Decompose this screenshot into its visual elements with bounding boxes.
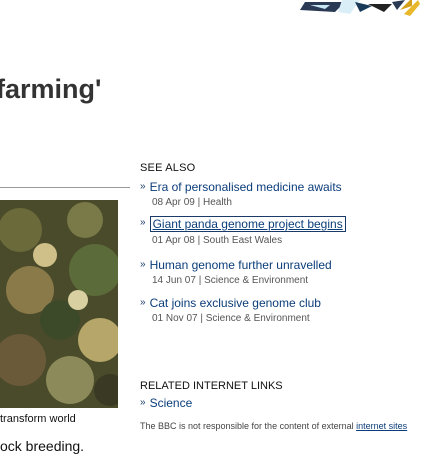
bullet-icon: »: [140, 397, 146, 408]
story-section: Health: [202, 197, 232, 208]
bullet-icon: »: [140, 217, 146, 228]
story-date: 14 Jun 07: [152, 275, 196, 286]
bullet-icon: »: [140, 259, 146, 270]
story-section: Science & Environment: [205, 313, 310, 324]
bullet-icon: »: [140, 297, 146, 308]
related-link[interactable]: Science: [150, 396, 193, 410]
story-date: 01 Apr 08: [152, 235, 195, 246]
story-section: South East Wales: [202, 235, 283, 246]
bullet-icon: »: [140, 181, 146, 192]
see-also-heading: SEE ALSO: [140, 162, 196, 174]
related-link-item[interactable]: » Science: [140, 396, 192, 410]
story-meta: 08 Apr 09 | Health: [152, 197, 342, 208]
story-section: Science & Environment: [204, 275, 309, 286]
story-link[interactable]: Era of personalised medicine awaits: [150, 180, 342, 194]
story-meta: 14 Jun 07 | Science & Environment: [152, 275, 332, 286]
story-date: 01 Nov 07: [152, 313, 198, 324]
article-body-text: ock breeding.: [0, 438, 85, 454]
divider: [0, 187, 130, 188]
story-item[interactable]: » Cat joins exclusive genome club 01 Nov…: [140, 296, 321, 324]
article-headline: farming': [0, 74, 102, 104]
story-item[interactable]: » Giant panda genome project begins 01 A…: [140, 216, 346, 246]
story-item[interactable]: » Human genome further unravelled 14 Jun…: [140, 258, 332, 286]
external-links-disclaimer: The BBC is not responsible for the conte…: [140, 420, 410, 432]
article-photo: [0, 200, 118, 408]
story-meta: 01 Nov 07 | Science & Environment: [152, 313, 321, 324]
story-date: 08 Apr 09: [152, 197, 195, 208]
photo-caption: transform world: [0, 413, 76, 425]
story-item[interactable]: » Era of personalised medicine awaits 08…: [140, 180, 342, 208]
story-link-focused[interactable]: Giant panda genome project begins: [149, 216, 346, 232]
related-links-heading: RELATED INTERNET LINKS: [140, 380, 283, 392]
disclaimer-link[interactable]: internet sites: [356, 421, 407, 431]
disclaimer-text: The BBC is not responsible for the conte…: [140, 421, 357, 431]
story-meta: 01 Apr 08 | South East Wales: [152, 235, 346, 246]
story-link[interactable]: Cat joins exclusive genome club: [150, 296, 321, 310]
header-banner-image: [0, 0, 448, 60]
story-link[interactable]: Human genome further unravelled: [150, 258, 332, 272]
